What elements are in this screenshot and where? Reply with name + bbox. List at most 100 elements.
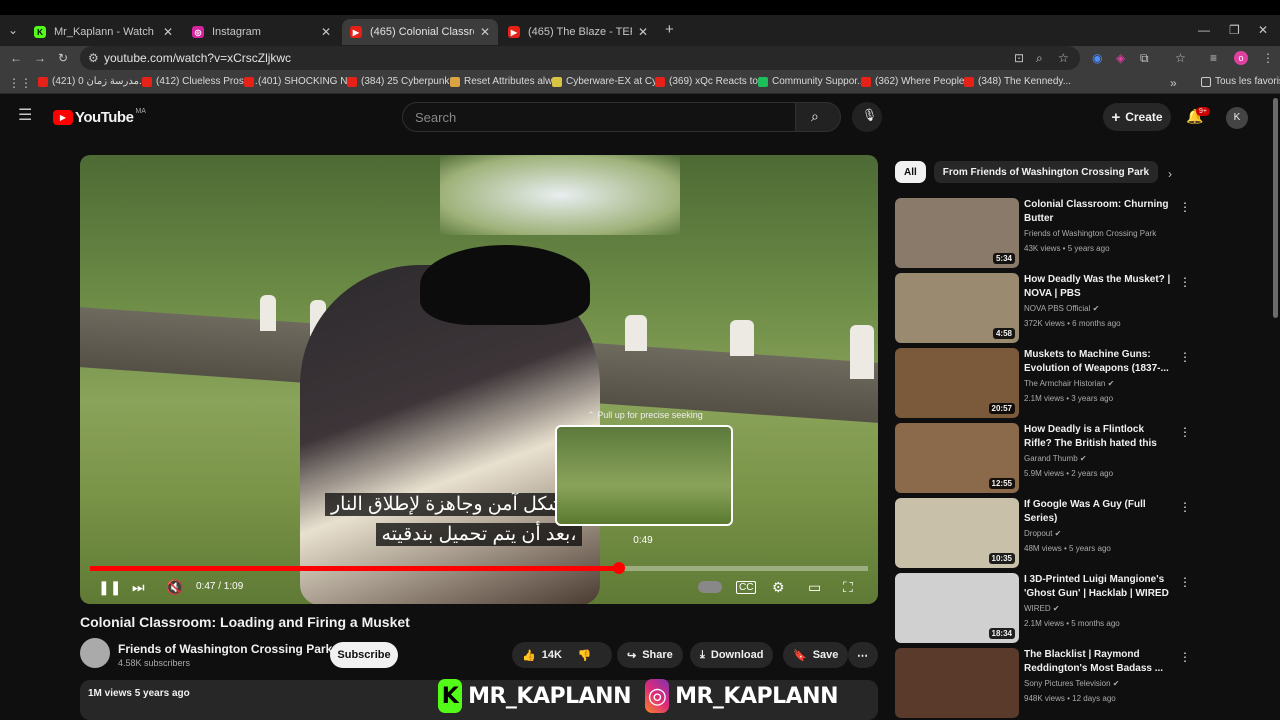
bookmark-9[interactable]: (362) Where People... [861, 76, 973, 87]
recommendation-channel[interactable]: NOVA PBS Official ✔ [1024, 304, 1099, 313]
url-field[interactable]: youtube.com/watch?v=xCrscZljkwc [80, 46, 1080, 70]
voice-search-button[interactable]: 🎙 [852, 102, 882, 132]
star-icon[interactable]: ☆ [1058, 52, 1069, 64]
browser-tab-3[interactable]: ▶ (465) Colonial Classroom: Load ✕ [342, 19, 498, 45]
menu-icon[interactable]: ⋮ [1262, 52, 1274, 64]
scrollbar-thumb[interactable] [1273, 98, 1278, 318]
recommendation-item[interactable]: 10:35 If Google Was A Guy (Full Series) Dr… [895, 498, 1195, 568]
recommendation-title[interactable]: The Blacklist | Raymond Reddington's Mos… [1024, 648, 1172, 676]
recommendation-title[interactable]: Muskets to Machine Guns: Evolution of We… [1024, 348, 1172, 376]
video-thumbnail[interactable]: 4:58 [895, 273, 1019, 343]
minimize-icon[interactable]: — [1198, 24, 1210, 36]
more-bookmarks-icon[interactable]: » [1170, 77, 1177, 89]
tab-search-icon[interactable]: ⌄ [8, 24, 18, 36]
scrollbar[interactable] [1271, 96, 1280, 720]
recommendation-channel[interactable]: WIRED ✔ [1024, 604, 1060, 613]
video-player[interactable]: مكانها بشكل آمن وجاهزة لإطلاق النار. بعد… [80, 155, 878, 604]
close-icon[interactable]: ✕ [480, 25, 490, 39]
recommendation-item[interactable]: 12:55 How Deadly is a Flintlock Rifle? Th… [895, 423, 1195, 493]
all-bookmarks[interactable]: Tous les favoris [1201, 76, 1280, 87]
theater-mode-icon[interactable]: ▭ [808, 579, 821, 596]
recommendation-channel[interactable]: The Armchair Historian ✔ [1024, 379, 1114, 388]
bookmark-3[interactable]: (401) SHOCKING N... [244, 76, 356, 87]
hamburger-menu-icon[interactable]: ☰ [18, 108, 32, 124]
recommendation-item[interactable]: 5:34 Colonial Classroom: Churning Butter F… [895, 198, 1195, 268]
close-icon[interactable]: ✕ [638, 25, 648, 39]
recommendation-channel[interactable]: Garand Thumb ✔ [1024, 454, 1087, 463]
window-close-icon[interactable]: ✕ [1258, 24, 1268, 36]
more-icon[interactable]: ⋮ [1179, 425, 1191, 439]
bookmark-10[interactable]: (348) The Kennedy... [964, 76, 1071, 87]
settings-icon[interactable]: ⚙ [772, 579, 785, 596]
shield-extension-icon[interactable]: ◈ [1116, 52, 1125, 64]
reload-icon[interactable]: ↻ [58, 52, 68, 64]
bookmark-5[interactable]: Reset Attributes alw... [450, 76, 560, 87]
youtube-logo[interactable]: ▶ YouTube MA [53, 108, 146, 126]
download-button[interactable]: ⤓ Download [690, 642, 774, 668]
more-icon[interactable]: ⋮ [1179, 275, 1191, 289]
bookmark-2[interactable]: (412) Clueless Prose... [142, 76, 258, 87]
chip-all[interactable]: All [895, 161, 926, 183]
recommendation-channel[interactable]: Sony Pictures Television ✔ [1024, 679, 1120, 688]
bookmarks-icon[interactable]: ☆ [1175, 52, 1186, 64]
like-count[interactable]: 14K [542, 649, 562, 661]
back-icon[interactable]: ← [10, 52, 22, 64]
like-icon[interactable]: 👍 [522, 649, 536, 662]
browser-tab-1[interactable]: K Mr_Kaplann - Watch the VOD o ✕ [26, 19, 181, 45]
video-thumbnail[interactable]: 10:35 [895, 498, 1019, 568]
browser-tab-4[interactable]: ▶ (465) The Blaze - TERRITORY (O ✕ [500, 19, 656, 45]
bookmark-7[interactable]: (369) xQc Reacts to... [655, 76, 766, 87]
mute-icon[interactable]: 🔇 [166, 579, 183, 596]
browser-tab-2[interactable]: ◎ Instagram ✕ [184, 19, 339, 45]
more-icon[interactable]: ⋮ [1179, 200, 1191, 214]
bookmark-6[interactable]: Cyberware-EX at Cy... [552, 76, 665, 87]
recommendation-title[interactable]: How Deadly is a Flintlock Rifle? The Bri… [1024, 423, 1172, 451]
recommendation-item[interactable]: 18:34 I 3D-Printed Luigi Mangione's 'Ghos… [895, 573, 1195, 643]
recommendation-title[interactable]: If Google Was A Guy (Full Series) [1024, 498, 1172, 526]
recommendation-title[interactable]: Colonial Classroom: Churning Butter [1024, 198, 1172, 226]
recommendation-item[interactable]: The Blacklist | Raymond Reddington's Mos… [895, 648, 1195, 718]
create-button[interactable]: + Create [1103, 103, 1171, 131]
media-icon[interactable]: ≡ [1210, 52, 1217, 64]
recommendation-title[interactable]: I 3D-Printed Luigi Mangione's 'Ghost Gun… [1024, 573, 1172, 601]
channel-name[interactable]: Friends of Washington Crossing Park [118, 642, 332, 656]
close-icon[interactable]: ✕ [321, 25, 331, 39]
more-icon[interactable]: ⋮ [1179, 575, 1191, 589]
profile-avatar[interactable]: o [1234, 51, 1248, 65]
apps-icon[interactable]: ⋮⋮ [8, 77, 32, 89]
site-info-icon[interactable]: ⚙ [88, 52, 99, 64]
channel-avatar[interactable] [80, 638, 110, 668]
captions-icon[interactable]: CC [736, 581, 757, 594]
search-input[interactable]: Search [402, 102, 796, 132]
video-thumbnail[interactable]: 5:34 [895, 198, 1019, 268]
chevron-right-icon[interactable]: › [1168, 168, 1172, 180]
autoplay-toggle[interactable] [698, 581, 722, 593]
maximize-icon[interactable]: ❐ [1229, 24, 1240, 36]
puzzle-icon[interactable]: ⧉ [1140, 52, 1149, 64]
more-icon[interactable]: ⋮ [1179, 500, 1191, 514]
more-icon[interactable]: ⋮ [1179, 350, 1191, 364]
video-thumbnail[interactable] [895, 648, 1019, 718]
install-icon[interactable]: ⊡ [1014, 52, 1024, 64]
dislike-icon[interactable]: 👎 [578, 649, 592, 662]
scrubber-handle[interactable] [613, 562, 626, 574]
avatar[interactable]: K [1226, 107, 1248, 129]
video-thumbnail[interactable]: 18:34 [895, 573, 1019, 643]
fullscreen-icon[interactable]: ⛶ [843, 579, 853, 596]
save-button[interactable]: 🔖 Save [783, 642, 849, 668]
bookmark-1[interactable]: (421) مدرسة زمان 0... [38, 76, 147, 87]
extension-icon[interactable]: ◉ [1092, 52, 1102, 64]
bookmark-4[interactable]: (384) 25 Cyberpunk... [347, 76, 458, 87]
video-thumbnail[interactable]: 20:57 [895, 348, 1019, 418]
more-icon[interactable]: ⋮ [1179, 650, 1191, 664]
forward-icon[interactable]: → [34, 52, 46, 64]
progress-bar[interactable] [90, 566, 868, 571]
recommendation-item[interactable]: 20:57 Muskets to Machine Guns: Evolution … [895, 348, 1195, 418]
pause-icon[interactable]: ❚❚ [98, 579, 121, 596]
bookmark-8[interactable]: Community Suppor... [758, 76, 865, 87]
new-tab-icon[interactable]: + [665, 22, 674, 37]
recommendation-item[interactable]: 4:58 How Deadly Was the Musket? | NOVA | … [895, 273, 1195, 343]
next-icon[interactable]: ⏭ [132, 579, 145, 596]
recommendation-channel[interactable]: Dropout ✔ [1024, 529, 1061, 538]
chip-channel[interactable]: From Friends of Washington Crossing Park [933, 161, 1159, 183]
